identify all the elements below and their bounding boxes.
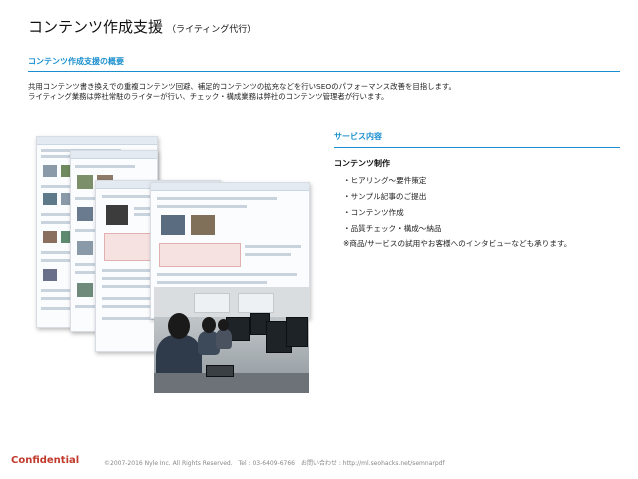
overview-line: ライティング業務は弊社常駐のライターが行い、チェック・構成業務は弊社のコンテンツ… (28, 92, 389, 101)
services-subtitle: コンテンツ制作 (334, 159, 390, 168)
footer-copyright: ©2007-2016 Nyle Inc. All Rights Reserved… (104, 460, 445, 467)
page-title-main: コンテンツ作成支援 (28, 18, 164, 36)
services-list-item: ・品質チェック・構成～納品 (343, 224, 442, 233)
services-note: ※商品/サービスの試用やお客様へのインタビューなども承ります。 (343, 239, 572, 248)
services-heading: サービス内容 (334, 132, 382, 141)
services-divider (334, 147, 620, 148)
services-list-item: ・サンプル記事のご提出 (343, 192, 427, 201)
services-list: ・ヒアリング～要件策定 ・サンプル記事のご提出 ・コンテンツ作成 ・品質チェック… (343, 173, 442, 237)
overview-text: 共用コンテンツ書き換えでの重複コンテンツ回避、補足的コンテンツの拡充などを行いS… (28, 82, 623, 102)
services-list-item: ・ヒアリング～要件策定 (343, 176, 427, 185)
services-list-item: ・コンテンツ作成 (343, 208, 404, 217)
page-title-subtitle: （ライティング代行） (167, 25, 257, 35)
overview-divider (28, 71, 620, 72)
overview-line: 共用コンテンツ書き換えでの重複コンテンツ回避、補足的コンテンツの拡充などを行いS… (28, 82, 456, 91)
confidential-label: Confidential (11, 455, 80, 466)
overview-heading: コンテンツ作成支援の概要 (28, 57, 124, 66)
page-title: コンテンツ作成支援 （ライティング代行） (28, 16, 256, 37)
office-photo (154, 287, 309, 393)
